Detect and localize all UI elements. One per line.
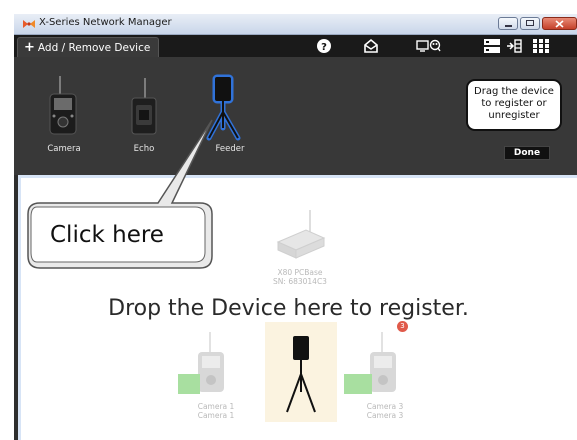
callout-text: Click here xyxy=(50,222,164,248)
callout-bubble xyxy=(27,119,213,269)
